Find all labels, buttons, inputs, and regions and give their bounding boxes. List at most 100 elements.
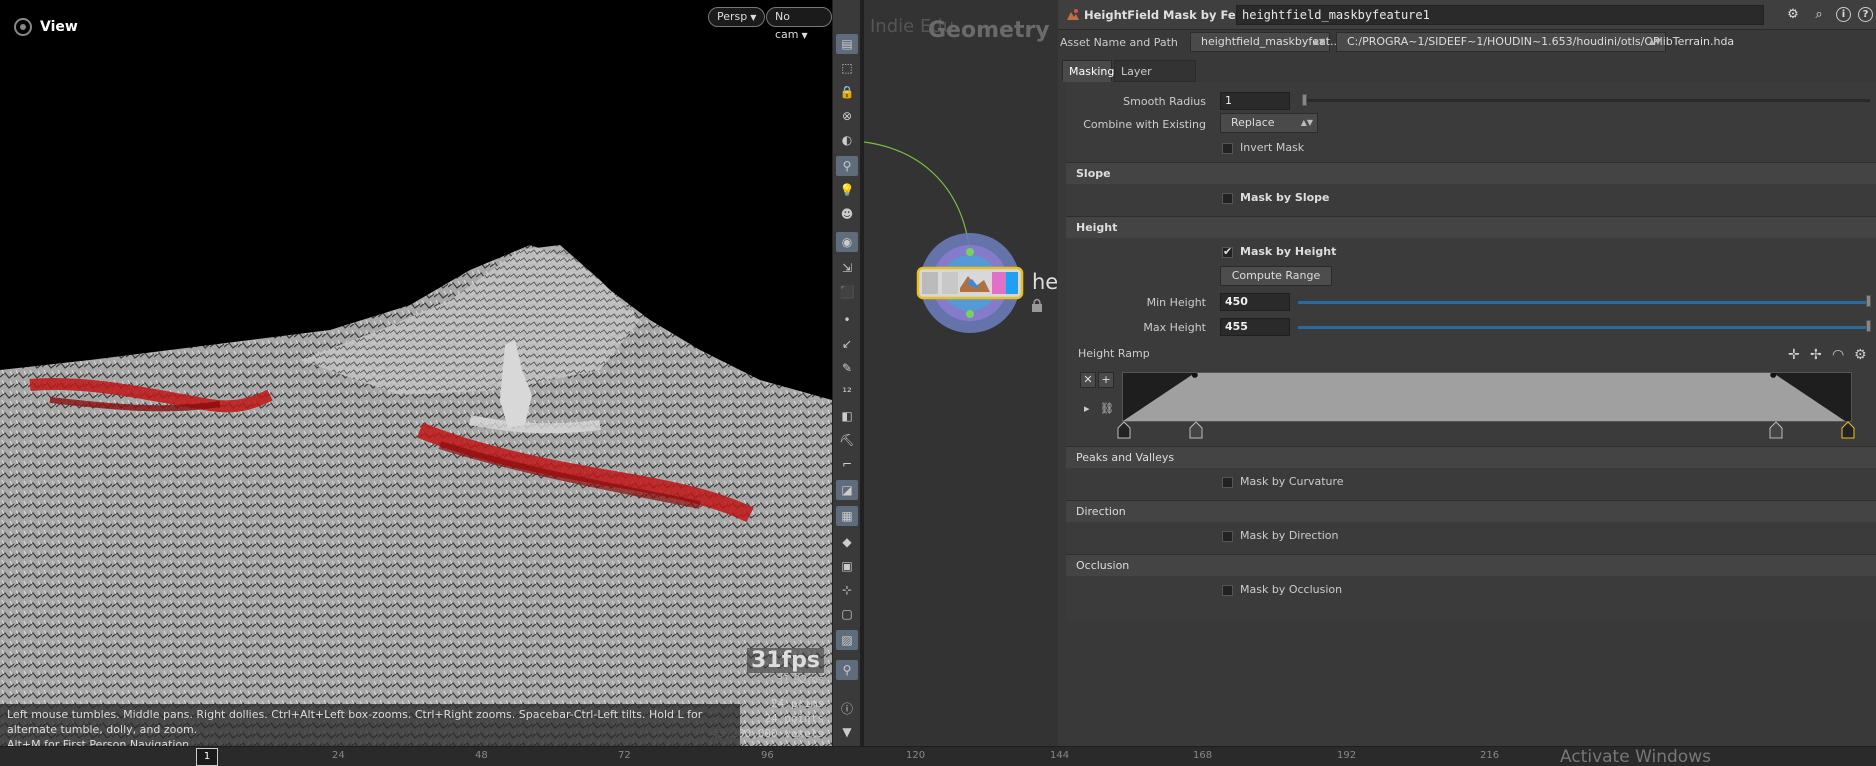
tool-icon[interactable]: ⛏ [836, 430, 858, 450]
timeline[interactable]: 1 24 48 72 96 120 144 168 192 216 Activa… [0, 746, 1876, 766]
ramp-keys[interactable] [1116, 418, 1858, 440]
handle-icon[interactable]: ⚲ [836, 660, 858, 680]
direction-section-title: Direction [1076, 505, 1126, 518]
bulb-icon[interactable]: 💡 [836, 180, 858, 200]
min-height-field[interactable]: 450 [1220, 293, 1290, 311]
mask-by-occlusion-label: Mask by Occlusion [1240, 583, 1343, 596]
occlusion-section[interactable]: Occlusion [1066, 554, 1876, 576]
lighting-icon[interactable]: ◐ [836, 130, 858, 150]
navigation-hint: Left mouse tumbles. Middle pans. Right d… [0, 704, 740, 746]
gear-icon[interactable]: ⚙ [1854, 347, 1867, 363]
expand-icon[interactable]: ▸ [1084, 402, 1090, 415]
help-icon[interactable]: ? [1858, 7, 1873, 22]
mask-by-occlusion-checkbox[interactable] [1222, 585, 1233, 596]
compute-range-button[interactable]: Compute Range [1220, 266, 1332, 286]
curve-icon[interactable]: ◠ [1832, 347, 1844, 363]
cube-icon[interactable]: ◆ [836, 532, 858, 552]
combine-value: Replace [1231, 116, 1275, 129]
scene-viewport[interactable]: View Persp ▼ No cam ▼ 31fps 31.92ms 24 pri… [0, 0, 832, 746]
info-icon[interactable]: ⓘ [836, 698, 858, 718]
min-height-label: Min Height [1146, 296, 1206, 309]
remove-point-button[interactable]: ✕ [1080, 372, 1096, 388]
fps-readout: 31fps 31.92ms [746, 648, 824, 686]
direction-section[interactable]: Direction [1066, 500, 1876, 522]
mask-by-curvature-checkbox[interactable] [1222, 477, 1233, 488]
timeline-tick: 48 [475, 750, 488, 761]
updown-icon: ▲▼ [1312, 37, 1325, 46]
mask-by-height-checkbox[interactable] [1222, 245, 1233, 258]
brush-icon[interactable]: ✎ [836, 358, 858, 378]
add-point-icon[interactable]: ✢ [1810, 347, 1822, 363]
wireframe-icon[interactable]: ◪ [836, 480, 858, 500]
frame-time: 31.92ms [776, 673, 824, 686]
corner-icon[interactable]: ⌐ [836, 454, 858, 474]
gear-icon[interactable]: ⚙ [1784, 6, 1802, 24]
mask-by-direction-checkbox[interactable] [1222, 531, 1233, 542]
frame-icon[interactable]: ▢ [836, 604, 858, 624]
activation-watermark: Activate Windows [1560, 747, 1711, 766]
min-height-knob[interactable] [1866, 295, 1871, 307]
point-icon[interactable]: • [836, 310, 858, 330]
height-ramp-label: Height Ramp [1078, 347, 1150, 360]
object-mode-icon[interactable]: ⬛ [836, 282, 858, 302]
network-editor[interactable]: Indie Edu Geometry he [864, 0, 1058, 746]
smooth-radius-slider[interactable] [1302, 99, 1870, 102]
axis-icon[interactable]: ⊹ [836, 580, 858, 600]
height-section-title: Height [1076, 221, 1118, 234]
mask-by-slope-label: Mask by Slope [1240, 191, 1330, 204]
timeline-tick: 192 [1337, 750, 1357, 761]
info-icon[interactable]: i [1836, 7, 1851, 22]
masking-tab-body: Smooth Radius 1 Combine with Existing Re… [1066, 82, 1876, 620]
max-height-knob[interactable] [1866, 320, 1871, 332]
current-frame-marker[interactable]: 1 [196, 748, 218, 766]
camera-mode-menu[interactable]: Persp ▼ [708, 7, 766, 27]
camera-icon[interactable]: ◉ [836, 232, 858, 252]
lock-icon[interactable]: 🔒 [836, 82, 858, 102]
add-point-button[interactable]: + [1098, 372, 1114, 388]
terrain-render [0, 245, 832, 746]
mask-by-slope-checkbox[interactable] [1222, 193, 1233, 204]
hint-line-1: Left mouse tumbles. Middle pans. Right d… [7, 708, 703, 736]
combine-dropdown[interactable]: Replace ▲▼ [1220, 113, 1318, 133]
snapping-icon[interactable]: ⬚ [836, 58, 858, 78]
mask-by-curvature-label: Mask by Curvature [1240, 475, 1344, 488]
height-section[interactable]: Height [1066, 216, 1876, 238]
max-height-label: Max Height [1143, 321, 1206, 334]
asset-path-dropdown[interactable]: C:/PROGRA~1/SIDEEF~1/HOUDIN~1.653/houdin… [1336, 32, 1734, 52]
background-icon[interactable]: ▨ [836, 630, 858, 650]
ghost-icon[interactable]: ☻ [836, 204, 858, 224]
tab-layer-bindings[interactable]: Layer Bindings [1114, 60, 1196, 99]
timeline-tick: 168 [1193, 750, 1213, 761]
height-ramp-editor[interactable] [1122, 372, 1852, 422]
link-icon[interactable]: ⛓ [1100, 402, 1114, 415]
edge-icon[interactable]: ↙ [836, 334, 858, 354]
timeline-tick: 24 [332, 750, 345, 761]
shading-icon[interactable]: ◧ [836, 406, 858, 426]
node-name-field[interactable]: heightfield_maskbyfeature1 [1236, 5, 1764, 25]
scroll-down-icon[interactable]: ▼ [836, 722, 858, 742]
display-options-icon[interactable]: ▤ [836, 34, 858, 54]
peaks-section[interactable]: Peaks and Valleys [1066, 446, 1876, 468]
asset-name-dropdown[interactable]: heightfield_maskbyfeat... ▲▼ [1190, 32, 1341, 52]
select-mode-icon[interactable]: ⇲ [836, 258, 858, 278]
image-icon[interactable]: ▣ [836, 556, 858, 576]
move-icon[interactable]: ✛ [1788, 347, 1800, 363]
search-icon[interactable]: ⌕ [1810, 6, 1828, 24]
texture-icon[interactable]: ▦ [836, 506, 858, 526]
smooth-radius-knob[interactable] [1302, 94, 1307, 106]
slope-section[interactable]: Slope [1066, 162, 1876, 184]
invert-mask-checkbox[interactable] [1222, 143, 1233, 154]
max-height-slider[interactable] [1298, 326, 1870, 329]
camera-mode-label: Persp [717, 10, 748, 23]
number-icon[interactable]: ¹² [836, 382, 858, 402]
tab-masking[interactable]: Masking [1062, 60, 1114, 82]
min-height-slider[interactable] [1298, 301, 1870, 304]
max-height-field[interactable]: 455 [1220, 318, 1290, 336]
mask-by-height-label: Mask by Height [1240, 245, 1337, 258]
camera-menu[interactable]: No cam ▼ [766, 7, 832, 41]
camera-label: No cam [775, 10, 799, 41]
asset-label: Asset Name and Path [1060, 36, 1178, 49]
smooth-radius-field[interactable]: 1 [1220, 92, 1290, 110]
pin-icon[interactable]: ⚲ [836, 156, 858, 176]
close-icon[interactable]: ⊗ [836, 106, 858, 126]
